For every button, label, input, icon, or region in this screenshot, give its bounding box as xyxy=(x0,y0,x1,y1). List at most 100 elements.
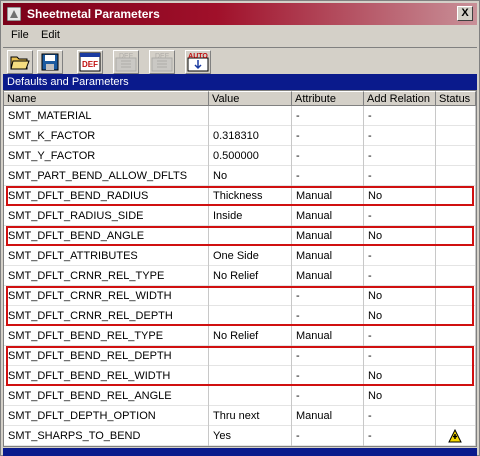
attribute-cell[interactable]: Manual xyxy=(292,206,364,226)
add-relation-cell[interactable]: No xyxy=(364,386,436,406)
value-cell[interactable] xyxy=(209,286,292,306)
menu-file[interactable]: File xyxy=(11,29,29,41)
attribute-cell[interactable]: Manual xyxy=(292,266,364,286)
value-cell[interactable]: 0.318310 xyxy=(209,126,292,146)
name-cell[interactable]: SMT_DFLT_CRNR_REL_TYPE xyxy=(4,266,209,286)
status-cell[interactable] xyxy=(436,106,476,126)
column-header-add-relation[interactable]: Add Relation xyxy=(364,91,436,106)
add-relation-cell[interactable]: No xyxy=(364,366,436,386)
name-cell[interactable]: SMT_DFLT_BEND_RADIUS xyxy=(4,186,209,206)
status-cell[interactable] xyxy=(436,326,476,346)
status-cell[interactable] xyxy=(436,366,476,386)
add-relation-cell[interactable]: - xyxy=(364,206,436,226)
value-cell[interactable]: Yes xyxy=(209,426,292,446)
add-relation-cell[interactable]: No xyxy=(364,306,436,326)
attribute-cell[interactable]: Manual xyxy=(292,326,364,346)
add-relation-cell[interactable]: - xyxy=(364,326,436,346)
table-row[interactable]: SMT_DFLT_ATTRIBUTES One Side Manual - xyxy=(4,246,476,266)
table-row[interactable]: SMT_DFLT_BEND_REL_DEPTH - - xyxy=(4,346,476,366)
value-cell[interactable]: One Side xyxy=(209,246,292,266)
table-row[interactable]: SMT_DFLT_BEND_ANGLE Manual No xyxy=(4,226,476,246)
status-cell[interactable] xyxy=(436,246,476,266)
value-cell[interactable]: No Relief xyxy=(209,266,292,286)
add-relation-cell[interactable]: - xyxy=(364,106,436,126)
add-relation-cell[interactable]: No xyxy=(364,186,436,206)
status-cell[interactable] xyxy=(436,226,476,246)
attribute-cell[interactable]: - xyxy=(292,146,364,166)
name-cell[interactable]: SMT_DFLT_BEND_REL_DEPTH xyxy=(4,346,209,366)
column-header-value[interactable]: Value xyxy=(209,91,292,106)
attribute-cell[interactable]: - xyxy=(292,126,364,146)
status-cell[interactable] xyxy=(436,126,476,146)
name-cell[interactable]: SMT_DFLT_CRNR_REL_WIDTH xyxy=(4,286,209,306)
value-cell[interactable]: Inside xyxy=(209,206,292,226)
value-cell[interactable]: Thickness xyxy=(209,186,292,206)
value-cell[interactable]: Thru next xyxy=(209,406,292,426)
attribute-cell[interactable]: Manual xyxy=(292,186,364,206)
status-cell[interactable] xyxy=(436,406,476,426)
name-cell[interactable]: SMT_PART_BEND_ALLOW_DFLTS xyxy=(4,166,209,186)
name-cell[interactable]: SMT_DFLT_DEPTH_OPTION xyxy=(4,406,209,426)
close-button[interactable]: X xyxy=(457,6,473,21)
name-cell[interactable]: SMT_DFLT_RADIUS_SIDE xyxy=(4,206,209,226)
status-cell[interactable] xyxy=(436,146,476,166)
value-cell[interactable]: 0.500000 xyxy=(209,146,292,166)
table-row[interactable]: SMT_K_FACTOR 0.318310- - xyxy=(4,126,476,146)
status-cell[interactable] xyxy=(436,206,476,226)
attribute-cell[interactable]: - xyxy=(292,166,364,186)
table-row[interactable]: SMT_DFLT_CRNR_REL_DEPTH - No xyxy=(4,306,476,326)
table-row[interactable]: SMT_MATERIAL - - xyxy=(4,106,476,126)
add-relation-cell[interactable]: No xyxy=(364,286,436,306)
table-row[interactable]: SMT_SHARPS_TO_BEND Yes - - xyxy=(4,426,476,446)
name-cell[interactable]: SMT_DFLT_BEND_REL_ANGLE xyxy=(4,386,209,406)
table-row[interactable]: SMT_DFLT_BEND_RADIUS Thickness Manual No xyxy=(4,186,476,206)
name-cell[interactable]: SMT_Y_FACTOR xyxy=(4,146,209,166)
table-row[interactable]: SMT_DFLT_BEND_REL_ANGLE - No xyxy=(4,386,476,406)
menu-edit[interactable]: Edit xyxy=(41,29,60,41)
table-row[interactable]: SMT_DFLT_CRNR_REL_WIDTH - No xyxy=(4,286,476,306)
add-relation-cell[interactable]: - xyxy=(364,266,436,286)
def-add-button[interactable]: DEF xyxy=(113,50,139,74)
add-relation-cell[interactable]: - xyxy=(364,406,436,426)
attribute-cell[interactable]: - xyxy=(292,306,364,326)
value-cell[interactable] xyxy=(209,106,292,126)
table-row[interactable]: SMT_DFLT_RADIUS_SIDE Inside Manual - xyxy=(4,206,476,226)
value-cell[interactable] xyxy=(209,386,292,406)
auto-button[interactable]: AUTO xyxy=(185,50,211,74)
attribute-cell[interactable]: Manual xyxy=(292,246,364,266)
attribute-cell[interactable]: - xyxy=(292,386,364,406)
name-cell[interactable]: SMT_DFLT_BEND_REL_WIDTH xyxy=(4,366,209,386)
status-cell[interactable] xyxy=(436,426,476,446)
table-row[interactable]: SMT_DFLT_BEND_REL_TYPE No Relief Manual - xyxy=(4,326,476,346)
name-cell[interactable]: SMT_SHARPS_TO_BEND xyxy=(4,426,209,446)
status-cell[interactable] xyxy=(436,186,476,206)
column-header-name[interactable]: Name xyxy=(4,91,209,106)
status-cell[interactable] xyxy=(436,266,476,286)
title-bar[interactable]: Sheetmetal Parameters X xyxy=(3,3,477,25)
def-remove-button[interactable]: DEF xyxy=(149,50,175,74)
value-cell[interactable] xyxy=(209,226,292,246)
status-cell[interactable] xyxy=(436,166,476,186)
add-relation-cell[interactable]: - xyxy=(364,346,436,366)
name-cell[interactable]: SMT_DFLT_ATTRIBUTES xyxy=(4,246,209,266)
name-cell[interactable]: SMT_DFLT_BEND_ANGLE xyxy=(4,226,209,246)
table-row[interactable]: SMT_DFLT_DEPTH_OPTION Thru next Manual - xyxy=(4,406,476,426)
add-relation-cell[interactable]: - xyxy=(364,146,436,166)
name-cell[interactable]: SMT_DFLT_BEND_REL_TYPE xyxy=(4,326,209,346)
add-relation-cell[interactable]: No xyxy=(364,226,436,246)
open-button[interactable] xyxy=(7,50,33,74)
add-relation-cell[interactable]: - xyxy=(364,426,436,446)
value-cell[interactable] xyxy=(209,366,292,386)
add-relation-cell[interactable]: - xyxy=(364,126,436,146)
def-button[interactable]: DEF xyxy=(77,50,103,74)
attribute-cell[interactable]: Manual xyxy=(292,226,364,246)
table-row[interactable]: SMT_Y_FACTOR 0.500000- - xyxy=(4,146,476,166)
attribute-cell[interactable]: Manual xyxy=(292,406,364,426)
attribute-cell[interactable]: - xyxy=(292,426,364,446)
column-header-attribute[interactable]: Attribute xyxy=(292,91,364,106)
attribute-cell[interactable]: - xyxy=(292,286,364,306)
attribute-cell[interactable]: - xyxy=(292,346,364,366)
status-cell[interactable] xyxy=(436,286,476,306)
status-cell[interactable] xyxy=(436,346,476,366)
name-cell[interactable]: SMT_DFLT_CRNR_REL_DEPTH xyxy=(4,306,209,326)
